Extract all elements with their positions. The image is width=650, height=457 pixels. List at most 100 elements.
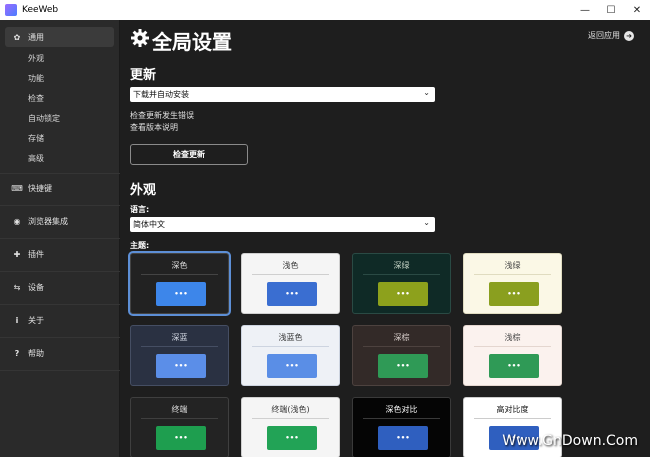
sidebar-item-label: 浏览器集成: [28, 216, 68, 226]
theme-card-name: 浅蓝色: [278, 333, 303, 342]
sidebar-item-label: 设备: [28, 282, 44, 292]
sidebar-item-general[interactable]: ✿ 通用: [5, 27, 114, 47]
theme-card-divider: [141, 274, 218, 275]
chevron-down-icon: ⌄: [423, 218, 430, 227]
language-label: 语言:: [130, 205, 150, 214]
theme-card-name: 高对比度: [496, 405, 529, 414]
theme-card[interactable]: 终端(浅色) •••: [241, 397, 340, 457]
theme-card-divider: [363, 274, 440, 275]
sidebar-item-label: 插件: [28, 249, 44, 259]
minimize-button[interactable]: —: [572, 0, 598, 20]
theme-card[interactable]: 深绿 •••: [352, 253, 451, 314]
theme-card-divider: [363, 346, 440, 347]
window-title: KeeWeb: [22, 5, 59, 15]
theme-card-divider: [252, 346, 329, 347]
return-to-app-link[interactable]: 返回应用 ➜: [588, 30, 634, 41]
theme-card-name: 浅棕: [504, 333, 521, 342]
theme-card[interactable]: 浅绿 •••: [463, 253, 562, 314]
theme-card-name: 浅色: [282, 261, 299, 270]
chevron-down-icon: ⌄: [423, 88, 430, 97]
theme-card-divider: [141, 418, 218, 419]
keeweb-logo-icon: [5, 4, 17, 16]
sidebar-item-about[interactable]: i 关于: [5, 310, 114, 330]
theme-card-name: 终端: [171, 405, 188, 414]
theme-card[interactable]: 深蓝 •••: [130, 325, 229, 386]
sidebar-item-label: 帮助: [28, 348, 44, 358]
question-icon: ?: [14, 348, 20, 358]
sidebar-subitem-appearance[interactable]: 外观: [28, 53, 44, 64]
theme-card[interactable]: 浅棕 •••: [463, 325, 562, 386]
sidebar-subitem-check[interactable]: 检查: [28, 93, 44, 104]
theme-card-name: 深绿: [393, 261, 410, 270]
sidebar-item-devices[interactable]: ⇆ 设备: [5, 277, 114, 297]
theme-card[interactable]: 浅蓝色 •••: [241, 325, 340, 386]
theme-preview-button: •••: [378, 354, 428, 378]
theme-label: 主题:: [130, 241, 150, 250]
theme-card[interactable]: 深色对比 •••: [352, 397, 451, 457]
theme-preview-button: •••: [489, 354, 539, 378]
sidebar-item-help[interactable]: ? 帮助: [5, 343, 114, 363]
sidebar-subitem-autolock[interactable]: 自动锁定: [28, 113, 60, 124]
sidebar-divider: [0, 205, 120, 206]
theme-preview-button: •••: [156, 426, 206, 450]
theme-card-name: 终端(浅色): [271, 405, 310, 414]
chrome-icon: ◉: [13, 216, 21, 226]
sidebar-subitem-function[interactable]: 功能: [28, 73, 44, 84]
sidebar-item-browser[interactable]: ◉ 浏览器集成: [5, 211, 114, 231]
sidebar-divider: [0, 337, 120, 338]
update-mode-value: 下载并自动安装: [133, 90, 189, 99]
theme-card[interactable]: 终端 •••: [130, 397, 229, 457]
sidebar-divider: [0, 238, 120, 239]
page-title: 全局设置: [152, 30, 232, 54]
theme-card-divider: [141, 346, 218, 347]
release-notes-link[interactable]: 查看版本说明: [130, 122, 178, 133]
theme-card-name: 深棕: [393, 333, 410, 342]
theme-preview-button: •••: [156, 282, 206, 306]
theme-preview-button: •••: [267, 426, 317, 450]
theme-card-name: 深色: [171, 261, 188, 270]
sidebar-item-label: 通用: [28, 32, 44, 42]
theme-card[interactable]: 深色 •••: [128, 251, 231, 316]
title-bar: KeeWeb — ☐ ✕: [0, 0, 650, 20]
language-value: 简体中文: [133, 220, 165, 229]
sidebar-subitem-storage[interactable]: 存储: [28, 133, 44, 144]
theme-card-divider: [252, 418, 329, 419]
sidebar-item-shortcuts[interactable]: ⌨ 快捷键: [5, 178, 114, 198]
close-button[interactable]: ✕: [624, 0, 650, 20]
sidebar-divider: [0, 173, 120, 174]
check-updates-button[interactable]: 检查更新: [130, 144, 248, 165]
sidebar-item-label: 快捷键: [28, 183, 52, 193]
theme-preview-button: •••: [267, 354, 317, 378]
theme-card-name: 深色对比: [385, 405, 418, 414]
theme-preview-button: •••: [156, 354, 206, 378]
return-link-label: 返回应用: [588, 31, 620, 40]
usb-icon: ⇆: [13, 282, 21, 292]
theme-card-divider: [474, 346, 551, 347]
watermark-text: Www.GnDown.Com: [502, 433, 638, 449]
theme-card-divider: [252, 274, 329, 275]
update-mode-select[interactable]: 下载并自动安装 ⌄: [130, 87, 435, 102]
puzzle-icon: ✚: [13, 249, 21, 259]
section-title-appearance: 外观: [130, 183, 157, 198]
sidebar-item-label: 关于: [28, 315, 44, 325]
settings-main: 全局设置 返回应用 ➜ 更新 下载并自动安装 ⌄ 检查更新发生错误 查看版本说明…: [121, 20, 650, 457]
theme-card-divider: [363, 418, 440, 419]
sidebar-subitem-advanced[interactable]: 高级: [28, 153, 44, 164]
theme-preview-button: •••: [378, 282, 428, 306]
theme-card-divider: [474, 418, 551, 419]
theme-preview-button: •••: [378, 426, 428, 450]
maximize-button[interactable]: ☐: [598, 0, 624, 20]
theme-card[interactable]: 深棕 •••: [352, 325, 451, 386]
theme-card-name: 浅绿: [504, 261, 521, 270]
sidebar: ✿ 通用 外观 功能 检查 自动锁定 存储 高级 ⌨ 快捷键 ◉ 浏览器集成 ✚…: [0, 20, 120, 457]
theme-card[interactable]: 浅色 •••: [241, 253, 340, 314]
theme-preview-button: •••: [267, 282, 317, 306]
sidebar-divider: [0, 271, 120, 272]
sidebar-divider: [0, 370, 120, 371]
gear-icon: ✿: [13, 32, 21, 42]
language-select[interactable]: 简体中文 ⌄: [130, 217, 435, 232]
sidebar-item-plugins[interactable]: ✚ 插件: [5, 244, 114, 264]
keyboard-icon: ⌨: [11, 183, 23, 193]
gear-icon: [131, 29, 149, 47]
theme-preview-button: •••: [489, 282, 539, 306]
